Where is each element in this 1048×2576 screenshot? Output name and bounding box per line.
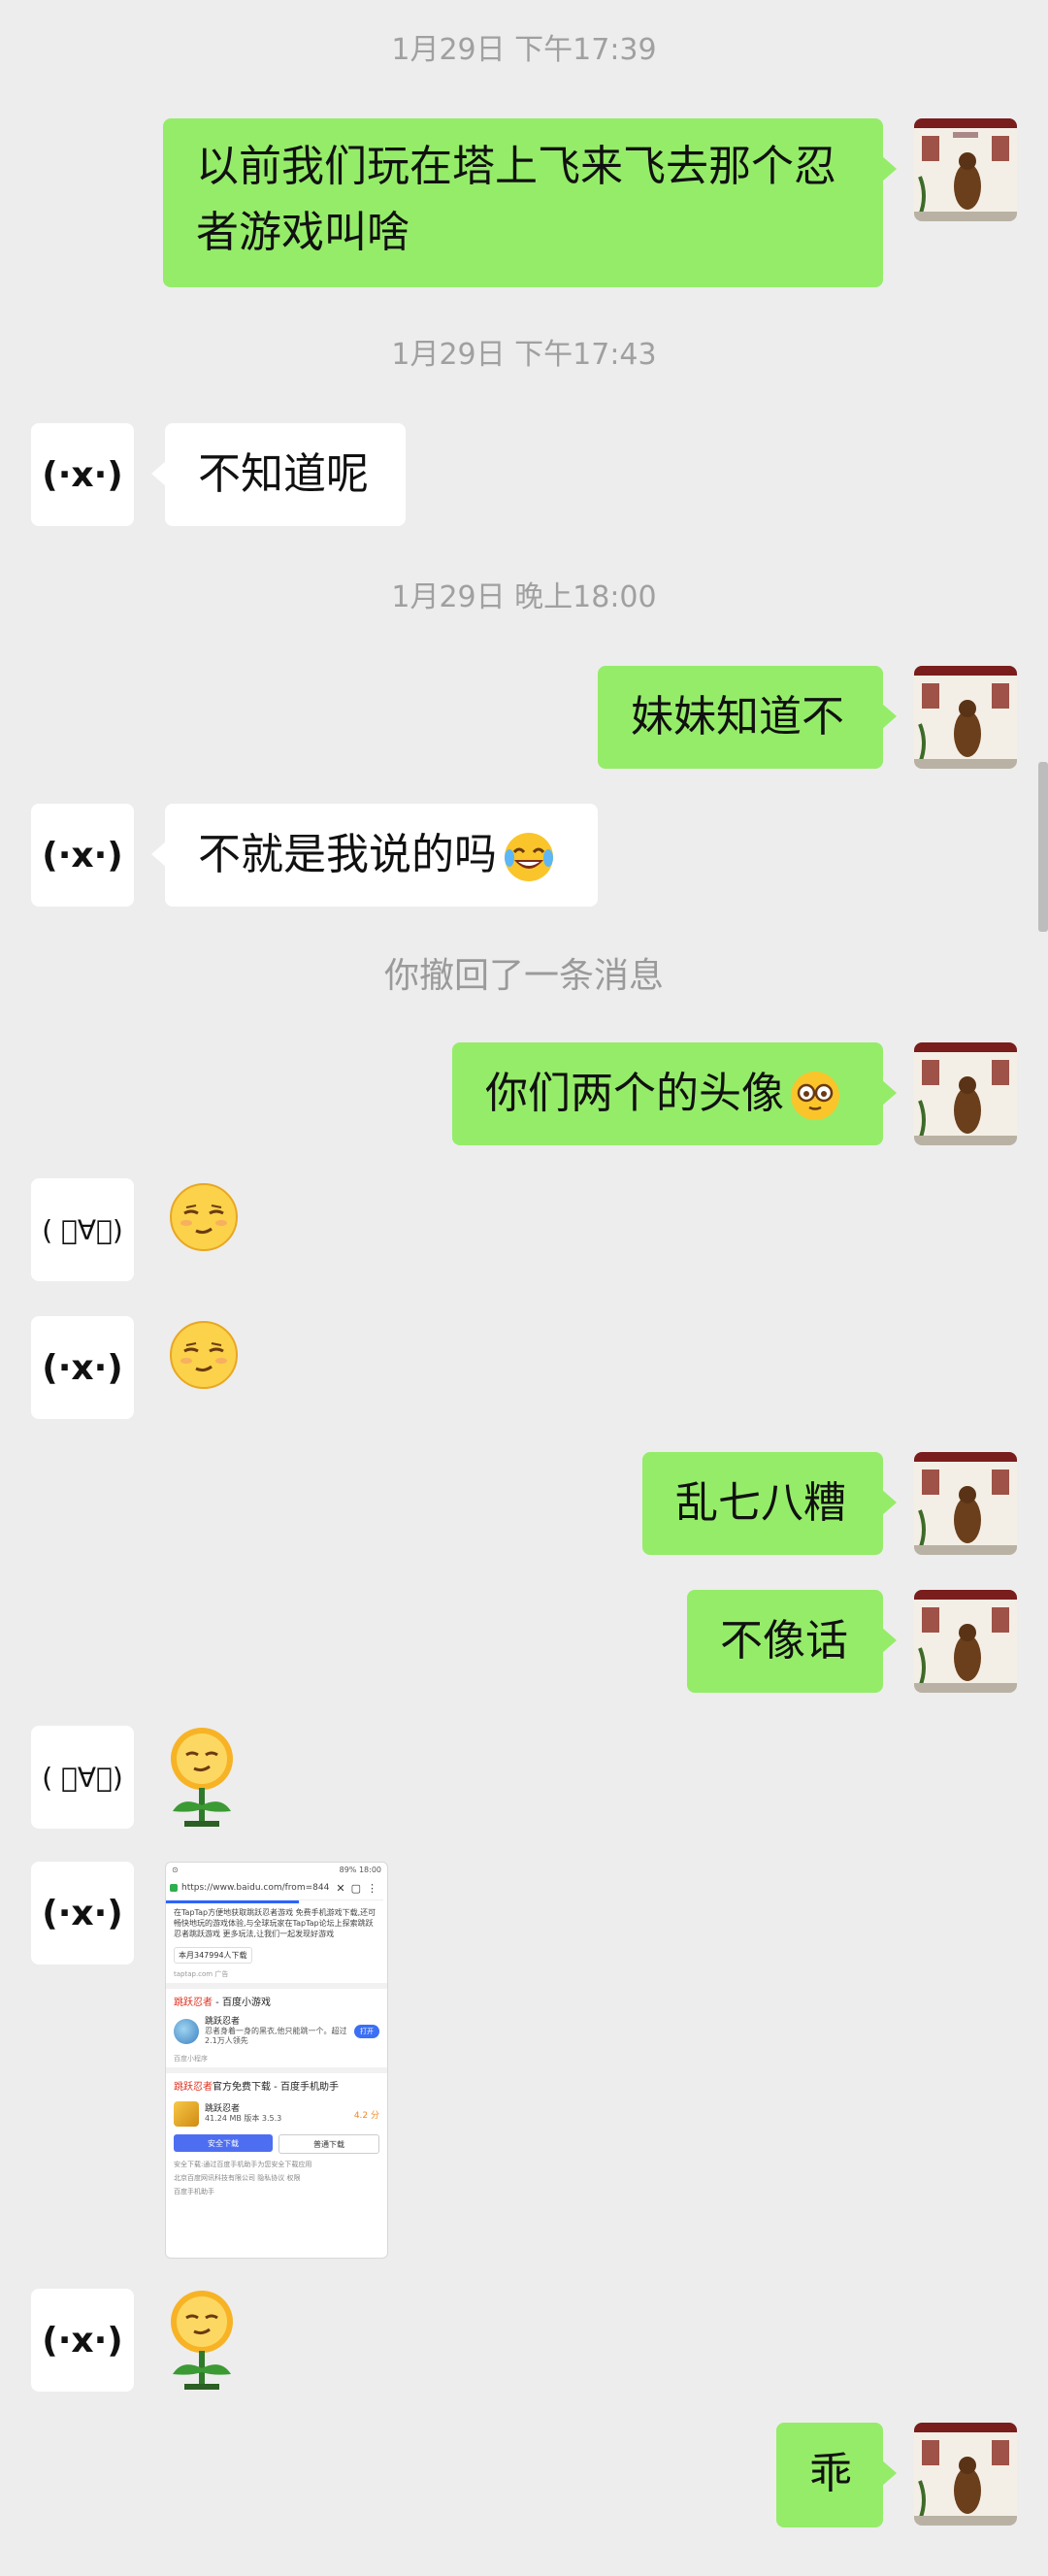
received-message[interactable]: 不就是我说的吗	[151, 804, 598, 907]
lock-icon	[170, 1884, 178, 1892]
download-note: 安全下载:通过百度手机助手为您安全下载应用	[174, 2161, 312, 2168]
timestamp: 1月29日 下午17:39	[391, 33, 657, 67]
result-app-row: 跳跃忍者 41.24 MB 版本 3.5.3 4.2 分	[166, 2097, 387, 2130]
sent-message[interactable]: 乖	[776, 2423, 897, 2527]
safe-download-button: 安全下载	[174, 2134, 273, 2152]
glasses-nerd-icon	[791, 1072, 839, 1120]
company-row: 北京百度网讯科技有限公司 隐私协议 权限	[174, 2174, 301, 2182]
rating: 4.2 分	[353, 2110, 379, 2121]
received-message[interactable]: 不知道呢	[151, 423, 406, 526]
message-text: 不就是我说的吗	[198, 830, 497, 879]
dog-photo-icon	[914, 666, 1017, 769]
smug-flower-sticker-icon[interactable]	[161, 1724, 243, 1831]
dog-photo-icon	[914, 1590, 1017, 1693]
my-avatar[interactable]	[914, 1452, 1017, 1555]
message-text: 你们两个的头像	[485, 1069, 784, 1118]
tears-of-joy-icon	[505, 833, 553, 881]
dog-photo-icon	[914, 1042, 1017, 1145]
browser-controls-icon: ✕▢⋮	[336, 1881, 383, 1895]
my-avatar[interactable]	[914, 118, 1017, 221]
contact-avatar[interactable]: (·x·)	[31, 1862, 134, 1965]
app-icon	[174, 2101, 199, 2127]
contact-avatar[interactable]: ( ﾟ∀ﾟ)	[31, 1726, 134, 1829]
my-avatar[interactable]	[914, 1590, 1017, 1693]
scrollbar[interactable]	[1038, 762, 1048, 932]
app-icon	[174, 2019, 199, 2044]
result-title: 跳跃忍者 - 百度小游戏	[174, 1998, 271, 2008]
sent-message[interactable]: 你们两个的头像	[452, 1042, 897, 1145]
status-battery: 89%	[339, 1865, 357, 1874]
download-count: 本月347994人下载	[174, 1947, 252, 1964]
normal-download-button: 普通下载	[278, 2134, 379, 2154]
timestamp: 1月29日 晚上18:00	[391, 580, 657, 614]
contact-avatar[interactable]: (·x·)	[31, 1316, 134, 1419]
sent-message[interactable]: 不像话	[687, 1590, 897, 1693]
timestamp: 1月29日 下午17:43	[391, 338, 657, 372]
sent-message[interactable]: 乱七八糟	[642, 1452, 897, 1555]
url-text: https://www.baidu.com/from=844	[181, 1883, 330, 1893]
status-bar: ⊙ 89% 18:00	[166, 1863, 387, 1876]
dog-photo-icon	[914, 2423, 1017, 2526]
recall-notice: 你撤回了一条消息	[383, 956, 664, 996]
my-avatar[interactable]	[914, 666, 1017, 769]
shared-screenshot-image[interactable]: ⊙ 89% 18:00 https://www.baidu.com/from=8…	[165, 1862, 388, 2259]
smug-face-sticker-icon[interactable]	[165, 1178, 243, 1256]
sent-message[interactable]: 以前我们玩在塔上飞来飞去那个忍者游戏叫啥	[163, 118, 897, 287]
dog-photo-icon	[914, 118, 1017, 221]
result-meta: 百度小程序	[174, 2055, 208, 2063]
contact-avatar[interactable]: (·x·)	[31, 2289, 134, 2392]
my-avatar[interactable]	[914, 2423, 1017, 2526]
contact-avatar[interactable]: ( ﾟ∀ﾟ)	[31, 1178, 134, 1281]
smug-face-sticker-icon[interactable]	[165, 1316, 243, 1394]
contact-avatar[interactable]: (·x·)	[31, 423, 134, 526]
intro-text: 在TapTap方便地获取跳跃忍者游戏 免费手机游戏下载,还可畅快地玩的游戏体验,…	[174, 1908, 377, 1938]
source-meta: taptap.com 广告	[174, 1970, 229, 1978]
open-button: 打开	[354, 2025, 379, 2038]
dog-photo-icon	[914, 1452, 1017, 1555]
url-bar: https://www.baidu.com/from=844 ✕▢⋮	[170, 1876, 383, 1900]
sent-message[interactable]: 妹妹知道不	[598, 666, 897, 769]
result-title: 跳跃忍者官方免费下载 - 百度手机助手	[174, 2082, 339, 2093]
contact-avatar[interactable]: (·x·)	[31, 804, 134, 907]
status-signal-icon: ⊙	[172, 1865, 179, 1874]
my-avatar[interactable]	[914, 1042, 1017, 1145]
smug-flower-sticker-icon[interactable]	[161, 2287, 243, 2394]
footer-source: 百度手机助手	[174, 2188, 214, 2196]
result-app-row: 跳跃忍者 忍者身着一身的黑衣,他只能跳一个。超过2.1万人领先 打开	[166, 2013, 387, 2050]
status-time: 18:00	[358, 1865, 381, 1874]
